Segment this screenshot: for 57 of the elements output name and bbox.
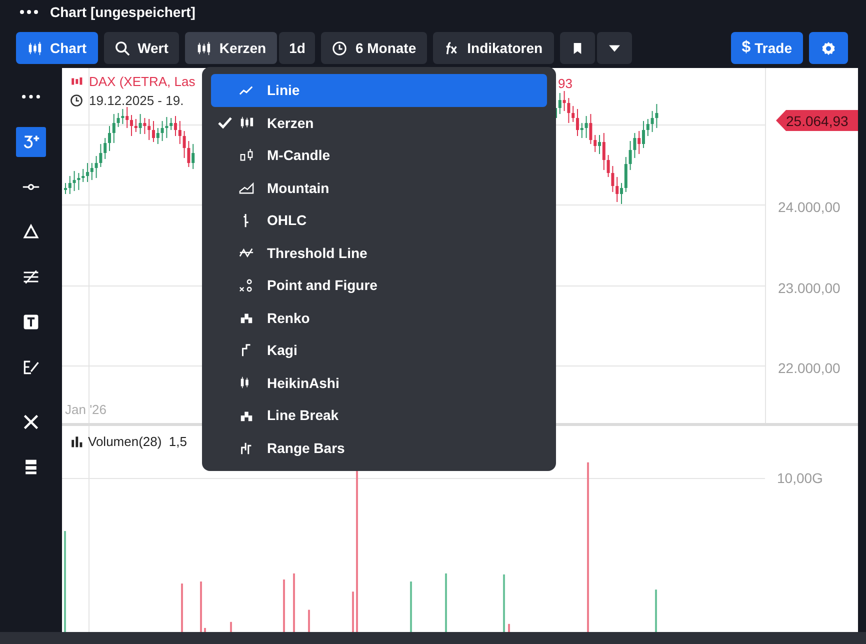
settings-icon	[821, 40, 836, 56]
menu-item[interactable]: Range Bars	[211, 432, 547, 464]
volume-axis-label: 10,00G	[777, 470, 823, 486]
more-icon[interactable]	[20, 10, 38, 14]
volume-label: Volumen(28) 1,5	[88, 434, 188, 449]
bookmark-icon	[572, 42, 583, 54]
settings-button[interactable]	[809, 32, 848, 64]
window-title: Chart [ungespeichert]	[50, 4, 196, 20]
menu-item[interactable]: Line Break	[211, 399, 547, 432]
menu-item[interactable]: Linie	[211, 74, 547, 106]
xo-icon	[239, 278, 254, 293]
fx-button[interactable]: Indikatoren	[433, 32, 554, 64]
interval-button[interactable]: 1d	[279, 32, 316, 64]
last-price-tag: 25.064,93	[776, 110, 858, 131]
menu-item[interactable]: Mountain	[211, 172, 547, 204]
function-icon	[444, 40, 460, 56]
text-icon	[22, 313, 40, 331]
chart-button[interactable]: Chart	[16, 32, 98, 64]
clock-button[interactable]: 6 Monate	[321, 32, 428, 64]
menu-item[interactable]: Point and Figure	[211, 269, 547, 302]
search-icon	[114, 40, 130, 56]
chart-type-button[interactable]: Kerzen	[185, 32, 278, 64]
menu-item[interactable]: OHLC	[211, 204, 547, 236]
area-chart-icon	[239, 180, 254, 196]
search-button[interactable]: Wert	[104, 32, 180, 64]
menu-item[interactable]: HeikinAshi	[211, 366, 547, 399]
pen-icon	[22, 358, 40, 376]
instrument-label: DAX (XETRA, Las	[89, 74, 196, 89]
price-axis-label: 24.000,00	[778, 199, 840, 215]
add-indicator-icon	[22, 133, 40, 151]
date-range: 19.12.2025 - 19.	[89, 93, 184, 108]
triangle-icon	[22, 223, 40, 241]
tools-icon	[22, 413, 40, 431]
candle-icon	[239, 148, 254, 163]
more-icon	[22, 94, 40, 100]
step-icon	[239, 440, 254, 456]
bookmark-button[interactable]	[560, 32, 595, 64]
menu-item[interactable]: M-Candle	[211, 139, 547, 172]
price-axis-label: 22.000,00	[778, 360, 840, 376]
instrument-label: 93	[558, 76, 572, 91]
bar-chart-icon	[70, 435, 83, 448]
fibonacci-icon	[22, 268, 40, 286]
caret-icon	[608, 42, 620, 54]
candles-icon	[239, 115, 254, 130]
menu-item[interactable]: Kerzen	[211, 106, 547, 139]
candles-icon	[70, 75, 83, 88]
menu-item[interactable]: Renko	[211, 302, 547, 334]
candles-icon	[196, 40, 212, 56]
clock-icon	[332, 40, 348, 56]
time-axis-label: Jan '26	[65, 402, 107, 417]
trade-button[interactable]: $ Trade	[730, 32, 803, 64]
clock-icon	[70, 94, 83, 107]
price-axis-label: 23.000,00	[778, 280, 840, 296]
menu-item[interactable]: Kagi	[211, 334, 547, 366]
dropdown-button[interactable]	[596, 32, 632, 64]
menu-item[interactable]: Threshold Line	[211, 236, 547, 269]
candles-icon	[27, 40, 42, 56]
